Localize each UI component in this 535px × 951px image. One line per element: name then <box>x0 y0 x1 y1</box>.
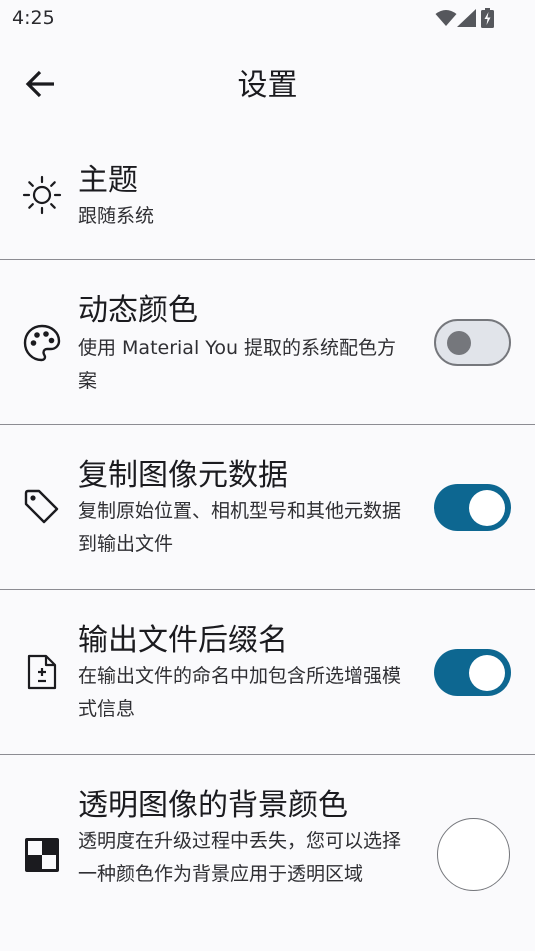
app-bar: 设置 <box>0 46 535 118</box>
switch-knob <box>469 654 505 691</box>
checkerboard-icon <box>22 835 62 875</box>
signal-icon <box>457 9 476 27</box>
status-icons <box>435 8 495 28</box>
setting-subtitle: 复制原始位置、相机型号和其他元数据到输出文件 <box>78 500 402 555</box>
dynamic-color-switch[interactable] <box>434 319 511 366</box>
setting-title: 输出文件后缀名 <box>78 623 288 658</box>
sun-icon <box>22 175 62 215</box>
palette-icon <box>22 323 62 363</box>
setting-dynamic-color[interactable]: 动态颜色 使用 Material You 提取的系统配色方案 <box>0 260 535 424</box>
switch-knob <box>447 331 471 355</box>
setting-title: 透明图像的背景颜色 <box>78 788 348 823</box>
page-title: 设置 <box>237 68 298 103</box>
switch-knob <box>469 489 505 526</box>
setting-subtitle: 跟随系统 <box>78 205 155 227</box>
status-time: 4:25 <box>12 7 55 29</box>
setting-title: 动态颜色 <box>78 293 198 328</box>
status-bar: 4:25 <box>0 0 535 36</box>
setting-title: 复制图像元数据 <box>78 458 288 493</box>
battery-charging-icon <box>481 8 494 28</box>
wifi-icon <box>435 10 457 26</box>
file-plus-minus-icon <box>22 652 62 692</box>
setting-theme[interactable]: 主题 跟随系统 <box>0 130 535 258</box>
setting-title: 主题 <box>78 163 138 198</box>
setting-output-suffix[interactable]: 输出文件后缀名 在输出文件的命名中加包含所选增强模式信息 <box>0 590 535 754</box>
copy-metadata-switch[interactable] <box>434 484 511 531</box>
background-color-swatch[interactable] <box>437 818 510 891</box>
output-suffix-switch[interactable] <box>434 649 511 696</box>
tag-icon <box>22 487 62 527</box>
setting-subtitle: 使用 Material You 提取的系统配色方案 <box>78 337 397 392</box>
setting-subtitle: 在输出文件的命名中加包含所选增强模式信息 <box>78 665 402 720</box>
setting-subtitle: 透明度在升级过程中丢失，您可以选择一种颜色作为背景应用于透明区域 <box>78 830 402 885</box>
setting-copy-metadata[interactable]: 复制图像元数据 复制原始位置、相机型号和其他元数据到输出文件 <box>0 425 535 589</box>
setting-transparent-bg-color[interactable]: 透明图像的背景颜色 透明度在升级过程中丢失，您可以选择一种颜色作为背景应用于透明… <box>0 755 535 951</box>
